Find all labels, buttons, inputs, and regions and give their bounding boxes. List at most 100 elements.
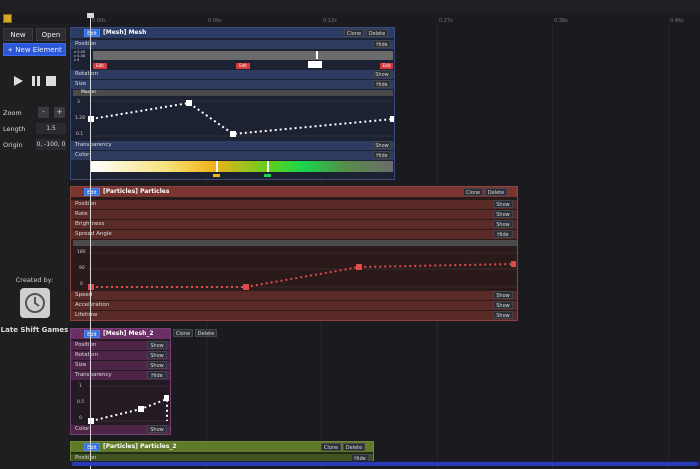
length-label: Length <box>3 125 26 133</box>
mesh-color-row: Color <box>71 151 394 160</box>
curve-keyframe <box>88 116 94 122</box>
gradient-stop[interactable] <box>267 161 269 172</box>
studio-logo-icon <box>20 288 50 318</box>
mesh-rotation-row: Rotation <box>71 70 394 79</box>
open-button[interactable]: Open <box>36 28 66 41</box>
transparency-curve[interactable] <box>71 381 170 425</box>
app-logo-icon <box>3 14 12 23</box>
grid-line <box>552 24 553 469</box>
ruler-tick: 0.12s <box>323 18 337 24</box>
gradient-stop[interactable] <box>216 161 218 172</box>
playhead-handle[interactable] <box>87 13 94 18</box>
mesh2-row-toggle[interactable]: Show <box>147 351 167 359</box>
mesh-color-toggle[interactable]: Hide <box>373 151 391 159</box>
top-bar <box>0 0 700 13</box>
particles-row: Rate <box>71 210 517 219</box>
particles2-edit-button[interactable]: Edit <box>84 443 100 451</box>
particles-clone-button[interactable]: Clone <box>463 188 483 196</box>
particles2-panel: Edit [Particles] Particles_2 Clone Delet… <box>70 441 374 463</box>
time-ruler[interactable] <box>69 13 700 24</box>
curve-keyframe <box>138 406 144 412</box>
particles2-clone-button[interactable]: Clone <box>321 443 341 451</box>
particles-title: [Particles] Particles <box>103 188 170 195</box>
mesh2-title: [Mesh] Mesh_2 <box>103 330 154 337</box>
gradient-key[interactable] <box>264 174 271 177</box>
position-marker[interactable] <box>316 51 318 59</box>
position-key-edit[interactable]: Edit <box>93 63 107 69</box>
mesh-delete-button[interactable]: Delete <box>366 29 388 37</box>
particles-delete-button[interactable]: Delete <box>485 188 507 196</box>
mesh-edit-button[interactable]: Edit <box>84 29 100 37</box>
new-button[interactable]: New <box>3 28 33 41</box>
curve-keyframe <box>230 131 236 137</box>
grid-line <box>668 24 669 469</box>
mesh2-clone-button[interactable]: Clone <box>173 329 193 337</box>
particles-panel: Edit [Particles] Particles Clone Delete … <box>70 186 518 321</box>
ruler-tick: 0.38s <box>554 18 568 24</box>
particles-row: Brightness <box>71 220 517 229</box>
particles-row-toggle[interactable]: Show <box>493 220 513 228</box>
mesh-title: [Mesh] Mesh <box>103 29 147 36</box>
pause-icon[interactable] <box>31 76 40 86</box>
particles2-title: [Particles] Particles_2 <box>103 443 177 450</box>
particles-row: Speed <box>71 291 517 300</box>
new-element-button[interactable]: + New Element <box>3 43 66 56</box>
ruler-tick: 0.46s <box>670 18 684 24</box>
particles-row: Lifetime <box>71 311 517 320</box>
color-gradient[interactable] <box>91 161 393 172</box>
mesh2-delete-button[interactable]: Delete <box>195 329 217 337</box>
curve-keyframe <box>243 284 249 290</box>
sidebar: New Open + New Element Zoom - + Length 1… <box>0 24 69 469</box>
scrollbar-thumb[interactable] <box>72 462 698 466</box>
play-icon[interactable] <box>14 76 23 86</box>
length-input[interactable]: 1.5 <box>36 123 66 134</box>
particles-row-toggle[interactable]: Show <box>493 311 513 319</box>
mesh-rotation-toggle[interactable]: Show <box>373 70 391 78</box>
spread-curve[interactable] <box>71 247 517 291</box>
ruler-tick: 0.00s <box>92 18 106 24</box>
zoom-label: Zoom <box>3 109 22 117</box>
mesh2-color-toggle[interactable]: Show <box>147 425 167 433</box>
studio-name: Late Shift Games <box>0 326 69 334</box>
spread-subheader <box>73 240 517 246</box>
mesh-clone-button[interactable]: Clone <box>344 29 364 37</box>
mesh-size-toggle[interactable]: Hide <box>373 80 391 88</box>
particles-edit-button[interactable]: Edit <box>84 188 100 196</box>
gradient-key[interactable] <box>213 174 220 177</box>
position-label: Position <box>75 41 97 47</box>
playhead[interactable] <box>90 13 91 469</box>
particles-row-toggle[interactable]: Show <box>493 291 513 299</box>
created-by-label: Created by: <box>15 276 54 284</box>
mesh-position-toggle[interactable]: Hide <box>373 40 391 48</box>
position-key-edit[interactable]: Edit <box>380 63 393 69</box>
stop-icon[interactable] <box>46 76 56 86</box>
curve-keyframe <box>356 264 362 270</box>
particles-row-toggle[interactable]: Show <box>493 210 513 218</box>
ruler-tick: 0.27s <box>439 18 453 24</box>
position-track[interactable] <box>93 51 393 60</box>
mesh-transparency-toggle[interactable]: Show <box>373 141 391 149</box>
curve-keyframe <box>88 418 94 424</box>
mesh2-row-toggle[interactable]: Show <box>147 341 167 349</box>
mesh2-row-toggle[interactable]: Show <box>147 361 167 369</box>
curve-keyframe <box>88 284 94 290</box>
particles-row-toggle[interactable]: Hide <box>493 230 513 238</box>
particles-row-toggle[interactable]: Show <box>493 301 513 309</box>
mesh-size-row: Size <box>71 80 394 89</box>
position-key-edit[interactable]: Edit <box>236 63 250 69</box>
particles-row-toggle[interactable]: Show <box>493 200 513 208</box>
mesh2-row-toggle[interactable]: Hide <box>147 371 167 379</box>
zoom-out-button[interactable]: - <box>38 107 49 118</box>
origin-input[interactable]: 0, -100, 0 <box>36 139 66 150</box>
size-curve[interactable] <box>71 96 394 140</box>
curve-keyframe <box>164 395 169 401</box>
zoom-in-button[interactable]: + <box>54 107 65 118</box>
ruler-tick: 0.06s <box>208 18 222 24</box>
position-keyframe[interactable] <box>308 61 322 68</box>
mesh-transparency-row: Transparency <box>71 141 394 150</box>
particles-row: Position <box>71 200 517 209</box>
mesh2-edit-button[interactable]: Edit <box>84 330 100 338</box>
mesh2-panel: Edit [Mesh] Mesh_2 Position Show Rotatio… <box>70 328 171 435</box>
position-axes: x 0.40 y 0.48 z 0 <box>74 50 85 62</box>
particles2-delete-button[interactable]: Delete <box>343 443 365 451</box>
